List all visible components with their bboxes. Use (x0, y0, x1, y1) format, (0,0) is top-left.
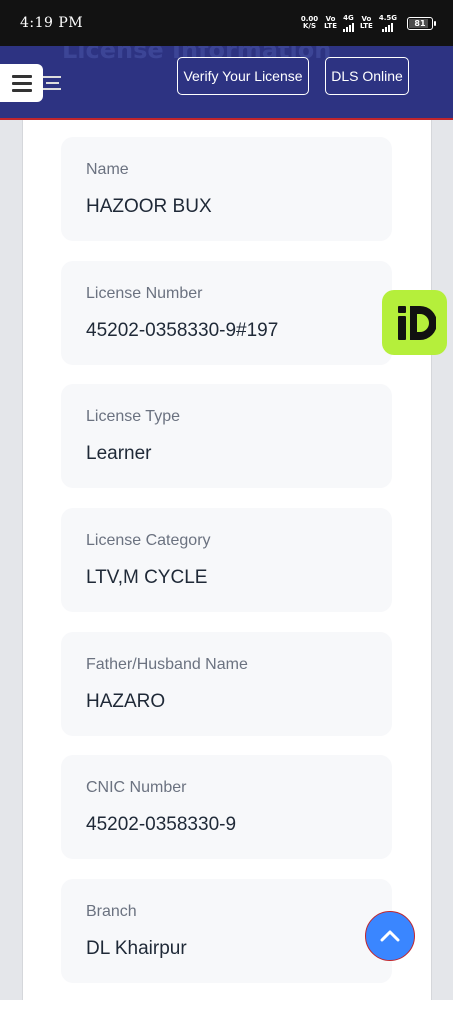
field-name-card: Name HAZOOR BUX (61, 137, 392, 241)
signal-icon (382, 22, 394, 32)
network-speed: 0.00 K/S (300, 15, 319, 30)
field-value: 45202-0358330-9 (86, 814, 237, 835)
signal-icon (342, 22, 354, 32)
battery-icon: 81 (407, 16, 436, 30)
chevron-up-icon (380, 930, 400, 942)
field-label: License Type (86, 408, 180, 425)
field-value: 45202-0358330-9#197 (86, 320, 279, 341)
hamburger-menu-button[interactable] (0, 64, 43, 102)
status-time: 4:19 PM (20, 15, 84, 31)
dls-online-button[interactable]: DLS Online (325, 57, 409, 95)
status-indicators: 0.00 K/S Vo LTE 4G Vo LTE 4.5G 81 (300, 14, 436, 32)
scroll-to-top-button[interactable] (365, 911, 415, 961)
field-license-type-card: License Type Learner (61, 384, 392, 488)
field-value: DL Khairpur (86, 938, 187, 959)
id-logo-icon[interactable] (382, 290, 447, 355)
field-value: HAZOOR BUX (86, 196, 212, 217)
sim2-network: 4.5G (379, 14, 397, 32)
field-branch-card: Branch DL Khairpur (61, 879, 392, 983)
verify-license-button[interactable]: Verify Your License (177, 57, 309, 95)
status-bar: 4:19 PM 0.00 K/S Vo LTE 4G Vo LTE 4.5G 8… (0, 0, 453, 46)
field-license-number-card: License Number 45202-0358330-9#197 (61, 261, 392, 365)
field-label: License Category (86, 532, 211, 549)
field-label: License Number (86, 285, 203, 302)
field-label: Name (86, 161, 129, 178)
field-value: HAZARO (86, 691, 166, 712)
field-label: CNIC Number (86, 779, 187, 796)
sim1-network: 4G (342, 14, 354, 32)
field-label: Branch (86, 903, 137, 920)
sim1-volte: Vo LTE (324, 15, 337, 30)
field-label: Father/Husband Name (86, 656, 248, 673)
sim2-volte: Vo LTE (359, 15, 373, 30)
site-header: License Information Verify Your License … (0, 46, 453, 120)
field-cnic-card: CNIC Number 45202-0358330-9 (61, 755, 392, 859)
field-father-name-card: Father/Husband Name HAZARO (61, 632, 392, 736)
bottom-strip (0, 1000, 453, 1024)
field-license-category-card: License Category LTV,M CYCLE (61, 508, 392, 612)
field-value: Learner (86, 443, 152, 464)
field-value: LTV,M CYCLE (86, 567, 208, 588)
logo-icon (43, 76, 61, 90)
